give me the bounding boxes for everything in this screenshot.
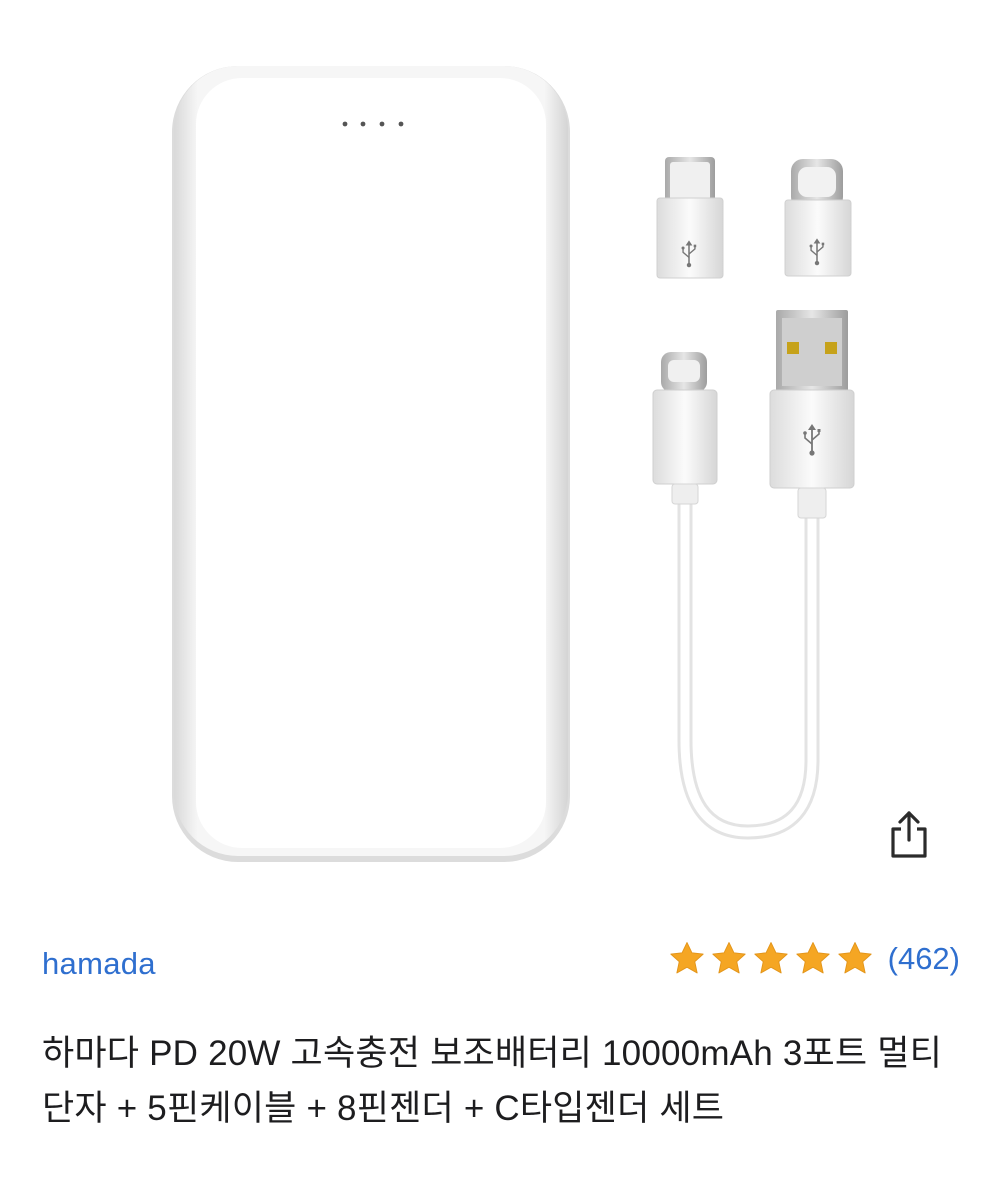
micro-usb-cable (652, 310, 855, 840)
product-title: 하마다 PD 20W 고속충전 보조배터리 10000mAh 3포트 멀티단자 … (42, 1034, 943, 1128)
share-button[interactable] (880, 804, 938, 864)
rating-summary[interactable]: (462) (668, 940, 960, 978)
star-icon (796, 942, 830, 974)
brand-link[interactable]: hamada (42, 946, 156, 982)
share-icon (891, 811, 927, 858)
star-rating (668, 940, 878, 978)
review-count[interactable]: (462) (888, 941, 960, 977)
product-image[interactable] (0, 0, 992, 900)
star-icon (838, 942, 872, 974)
product-photo (172, 66, 855, 862)
star-icon (670, 942, 704, 974)
lightning-adapter (656, 157, 724, 279)
star-icon (754, 942, 788, 974)
usb-c-adapter (784, 159, 852, 277)
power-bank (172, 66, 570, 862)
star-icon (712, 942, 746, 974)
